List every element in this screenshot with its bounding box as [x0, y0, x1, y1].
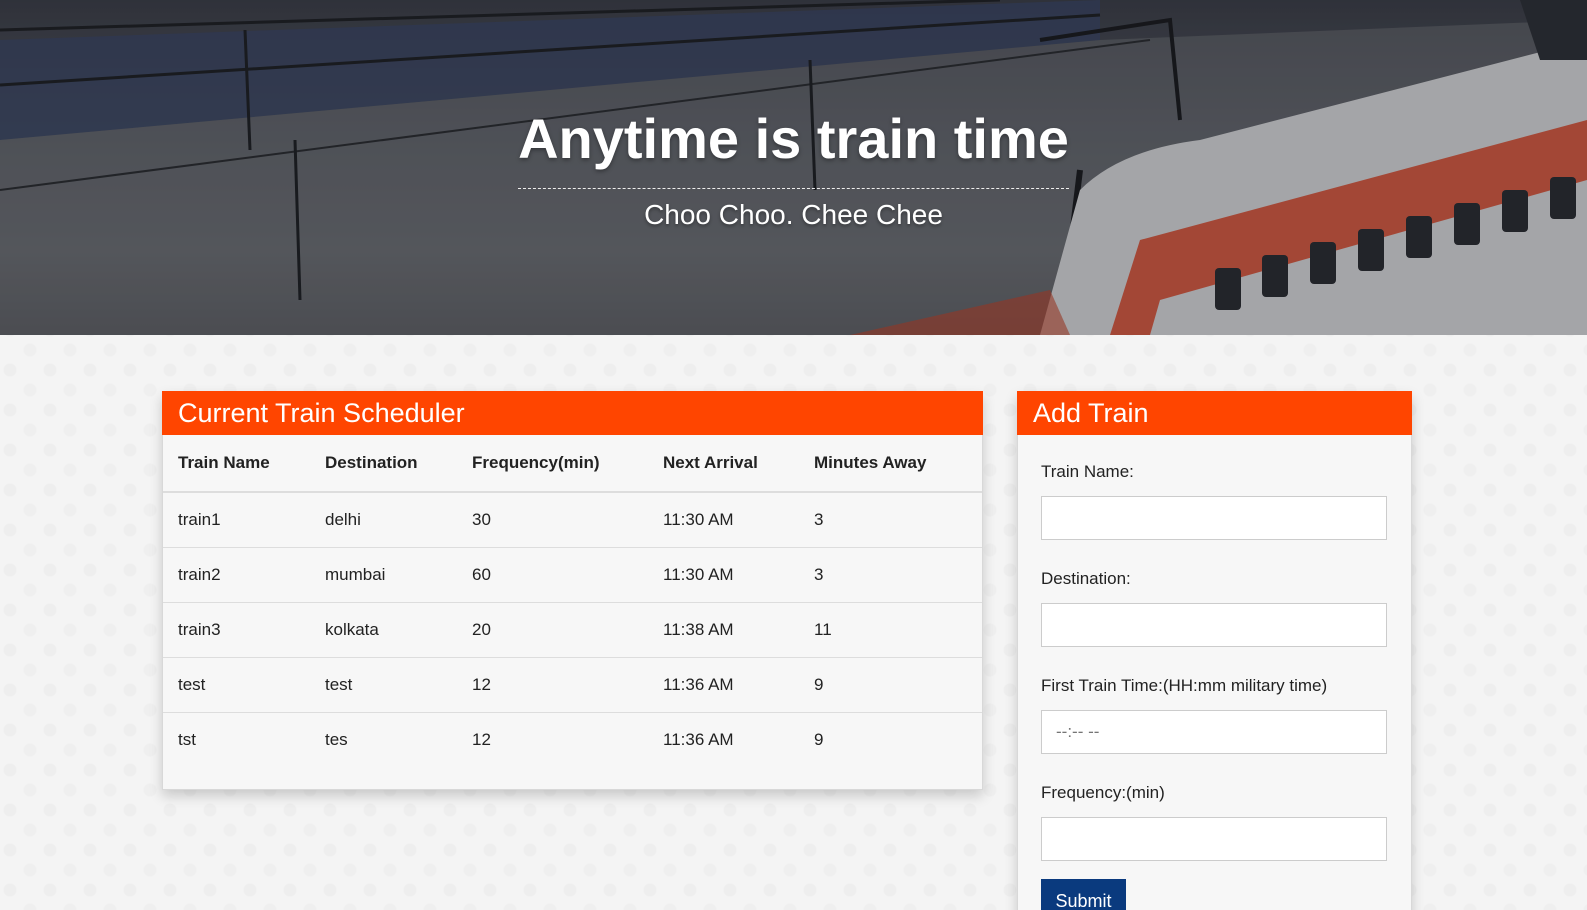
schedule-table: Train Name Destination Frequency(min) Ne… [163, 435, 982, 767]
first-train-time-input[interactable] [1041, 710, 1387, 754]
column-header-frequency: Frequency(min) [457, 435, 648, 493]
page-title: Anytime is train time [518, 104, 1069, 189]
cell-frequency: 20 [457, 602, 648, 658]
cell-frequency: 60 [457, 547, 648, 603]
add-train-panel-title: Add Train [1017, 391, 1412, 435]
schedule-panel-title: Current Train Scheduler [162, 391, 983, 435]
table-header-row: Train Name Destination Frequency(min) Ne… [163, 435, 982, 493]
table-row: train3 kolkata 20 11:38 AM 11 [163, 602, 982, 658]
cell-destination: kolkata [310, 602, 457, 658]
frequency-input[interactable] [1041, 817, 1387, 861]
column-header-next-arrival: Next Arrival [648, 435, 799, 493]
cell-frequency: 12 [457, 657, 648, 713]
cell-destination: delhi [325, 510, 361, 529]
cell-minutes-away: 9 [799, 657, 982, 713]
cell-destination: test [310, 657, 457, 713]
cell-next-arrival: 11:36 AM [648, 657, 799, 713]
train-name-label: Train Name: [1041, 462, 1134, 481]
cell-next-arrival: 11:36 AM [648, 712, 799, 767]
table-row: test test 12 11:36 AM 9 [163, 657, 982, 713]
table-row: train1 delhi 30 11:30 AM 3 [163, 492, 982, 548]
cell-minutes-away: 11 [799, 602, 982, 658]
cell-minutes-away: 9 [799, 712, 982, 767]
cell-destination: mumbai [310, 547, 457, 603]
page-subtitle: Choo Choo. Chee Chee [644, 199, 943, 230]
cell-next-arrival: 11:38 AM [648, 602, 799, 658]
destination-input[interactable] [1041, 603, 1387, 647]
first-train-time-label: First Train Time:(HH:mm military time) [1041, 676, 1328, 695]
table-row: tst tes 12 11:36 AM 9 [163, 712, 982, 767]
hero-text: Anytime is train time Choo Choo. Chee Ch… [0, 104, 1587, 232]
cell-next-arrival: 11:30 AM [648, 547, 799, 603]
schedule-panel: Current Train Scheduler Train Name Desti… [162, 391, 983, 790]
cell-train-name: train3 [163, 602, 310, 658]
train-name-input[interactable] [1041, 496, 1387, 540]
table-row: train2 mumbai 60 11:30 AM 3 [163, 547, 982, 603]
add-train-form: Train Name: Destination: First Train Tim… [1018, 435, 1411, 910]
cell-train-name: tst [163, 712, 310, 767]
submit-button[interactable]: Submit [1041, 879, 1126, 910]
column-header-minutes-away: Minutes Away [799, 435, 982, 493]
cell-train-name: train1 [178, 510, 221, 529]
cell-next-arrival: 11:30 AM [663, 510, 734, 529]
cell-train-name: train2 [163, 547, 310, 603]
cell-frequency: 12 [457, 712, 648, 767]
cell-minutes-away: 3 [814, 510, 824, 529]
cell-frequency: 30 [472, 510, 491, 529]
add-train-panel: Add Train Train Name: Destination: First… [1017, 391, 1412, 910]
cell-destination: tes [310, 712, 457, 767]
cell-minutes-away: 3 [799, 547, 982, 603]
hero-banner: Anytime is train time Choo Choo. Chee Ch… [0, 0, 1587, 335]
column-header-destination: Destination [310, 435, 457, 493]
cell-train-name: test [163, 657, 310, 713]
column-header-train-name: Train Name [163, 435, 310, 493]
destination-label: Destination: [1041, 569, 1131, 588]
frequency-label: Frequency:(min) [1041, 783, 1165, 802]
